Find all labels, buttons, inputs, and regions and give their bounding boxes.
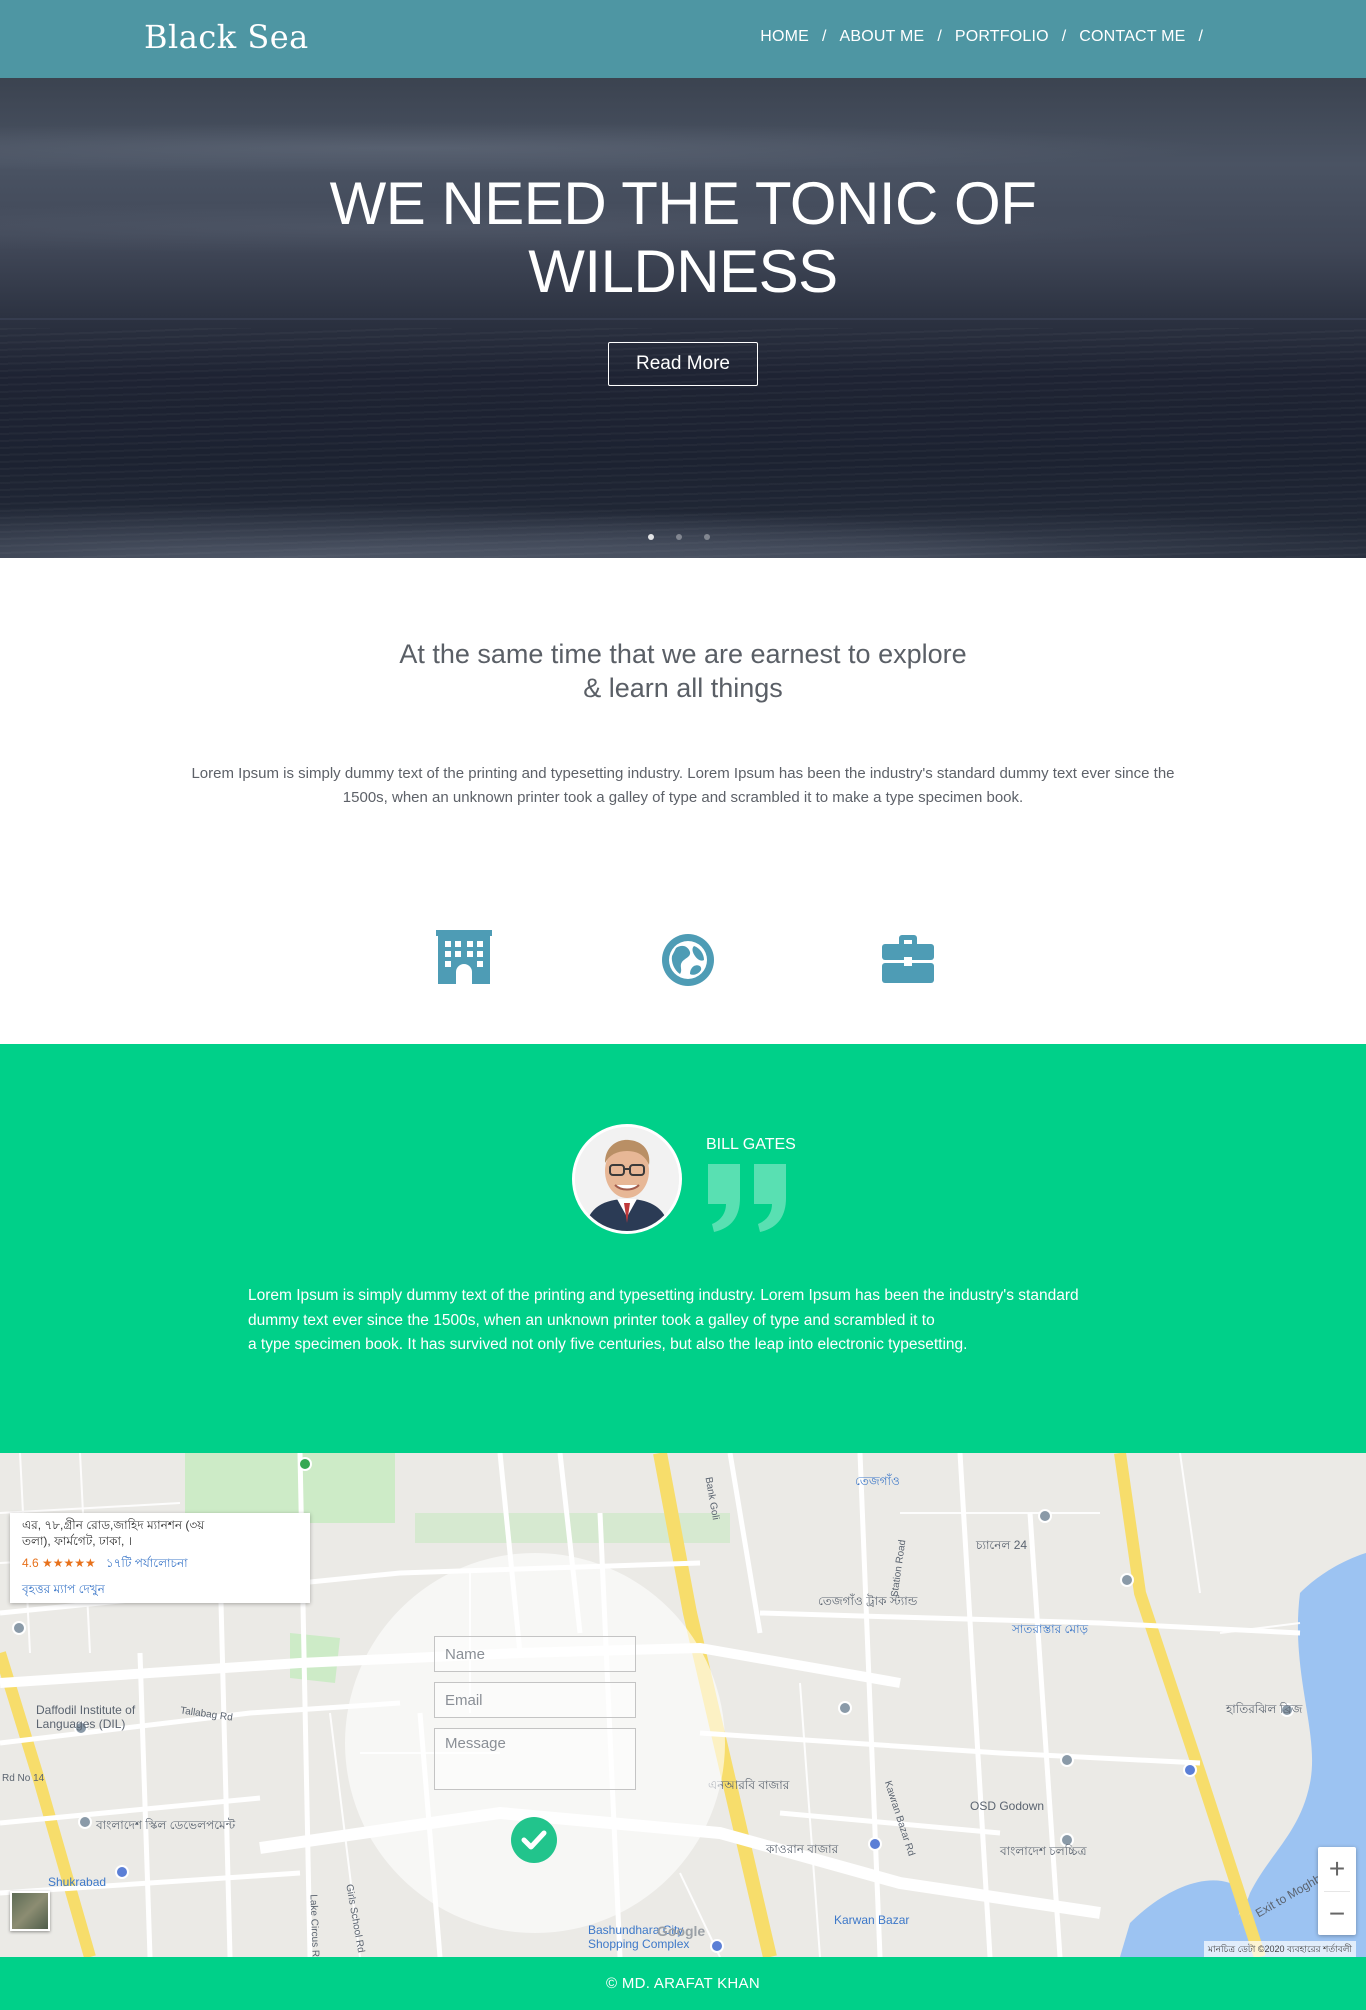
map-info-card: এর, ৭৮,গ্রীন রোড,জাহিদ ম্যানশন (৩য় তলা)… [10,1513,310,1603]
copyright-text: © MD. ARAFAT KHAN [606,1975,760,1992]
map-pin-icon[interactable] [12,1621,26,1635]
map-label-shukrabad: Shukrabad [48,1875,107,1889]
slider-dot-2[interactable] [676,534,682,540]
slider-dot-1[interactable] [648,534,654,540]
message-textarea[interactable] [434,1728,636,1790]
map-pin-icon[interactable] [298,1457,312,1471]
info-rating: 4.6 ★★★★★ ১৭টি পর্যালোচনা [22,1555,298,1575]
map-label-channel24: চ্যানেল 24 [976,1538,1028,1552]
map-pin-icon[interactable] [1183,1763,1197,1777]
map-label-osd: OSD Godown [970,1799,1045,1813]
read-more-button[interactable]: Read More [608,342,758,386]
map-label-hatirjheel: হাতিরঝিল ব্রিজ [1226,1702,1303,1716]
testimonial-line2: dummy text ever since the 1500s, when an… [248,1311,935,1329]
about-title-line1: At the same time that we are earnest to … [399,639,967,669]
map-pin-icon[interactable] [868,1837,882,1851]
map-pin-icon[interactable] [1038,1509,1052,1523]
name-input[interactable] [434,1636,636,1672]
testimonial-text: Lorem Ipsum is simply dummy text of the … [248,1284,1128,1358]
nav-home[interactable]: HOME [760,28,809,46]
daffodil-line1: Daffodil Institute of [36,1703,136,1717]
nav-contact[interactable]: CONTACT ME [1079,28,1185,46]
info-address-line1: এর, ৭৮,গ্রীন রোড,জাহিদ ম্যানশন (৩য় [22,1518,205,1532]
site-footer: © MD. ARAFAT KHAN [0,1957,1366,2010]
submit-button[interactable] [511,1817,557,1863]
nav-portfolio[interactable]: PORTFOLIO [955,28,1049,46]
briefcase-icon [882,935,934,983]
slider-dot-3[interactable] [704,534,710,540]
info-address-line2: তলা), ফার্মগেট, ঢাকা, । [22,1534,132,1548]
map-label-skill: বাংলাদেশ স্কিল ডেভেলপমেন্ট [96,1818,236,1832]
check-icon [521,1830,547,1850]
person-portrait [575,1127,679,1231]
nav-separator: / [1198,28,1203,45]
hero-cloud [0,118,1366,178]
map-label-daffodil: Daffodil Institute of Languages (DIL) [36,1703,135,1731]
map-pin-icon[interactable] [115,1865,129,1879]
map-label-karwan: Karwan Bazar [834,1913,910,1927]
map-label-tejgaon: তেজগাঁও [855,1474,900,1488]
about-body-line2: 1500s, when an unknown printer took a ga… [342,789,1024,806]
slider-dots [648,534,710,540]
map-pin-icon[interactable] [78,1815,92,1829]
zoom-controls: + − [1318,1847,1356,1935]
hero-horizon [0,318,1366,320]
google-map[interactable]: এর, ৭৮,গ্রীন রোড,জাহিদ ম্যানশন (৩য় তলা)… [0,1453,1366,1957]
map-label-bd-film: বাংলাদেশ চলচ্চিত্র [1000,1844,1087,1858]
building-icon [436,930,492,984]
about-body: Lorem Ipsum is simply dummy text of the … [140,762,1226,810]
larger-map-link[interactable]: বৃহত্তর ম্যাপ দেখুন [22,1581,298,1601]
nav-about[interactable]: ABOUT ME [840,28,925,46]
hero-foam [0,488,1366,558]
testimonial-name: BILL GATES [706,1136,796,1153]
map-label-rd14: Rd No 14 [2,1773,45,1784]
map-terms-link[interactable]: ব্যবহারের শর্তাবলী [1287,1944,1352,1954]
satellite-toggle[interactable] [10,1891,50,1931]
about-body-line1: Lorem Ipsum is simply dummy text of the … [191,765,1175,782]
map-pin-icon[interactable] [838,1701,852,1715]
map-data-text: মানচিত্র ডেটা ©2020 [1208,1944,1285,1954]
map-label-truck: তেজগাঁও ট্রাক স্ট্যান্ড [818,1594,918,1608]
testimonial-section: BILL GATES Lorem Ipsum is simply dummy t… [0,1044,1366,1453]
hero-title: WE NEED THE TONIC OF WILDNESS [329,170,1037,305]
avatar [572,1124,682,1234]
map-pin-icon[interactable] [1060,1753,1074,1767]
map-attribution: মানচিত্র ডেটা ©2020 ব্যবহারের শর্তাবলী [1204,1941,1356,1957]
nav-separator: / [822,28,827,45]
testimonial-line3: a type specimen book. It has survived no… [248,1336,968,1353]
hero-slider: WE NEED THE TONIC OF WILDNESS Read More [0,78,1366,558]
nav-separator: / [1061,28,1067,45]
globe-icon [662,934,714,986]
map-pin-icon[interactable] [710,1939,724,1953]
map-label-satrasta: সাতরাস্তার মোড় [1012,1622,1089,1636]
map-pin-icon[interactable] [1120,1573,1134,1587]
main-nav: HOME / ABOUT ME / PORTFOLIO / CONTACT ME… [760,28,1216,46]
bashundhara-line2: Shopping Complex [588,1937,690,1951]
rating-value: 4.6 ★★★★★ [22,1556,96,1570]
brand-logo[interactable]: Black Sea [144,18,309,56]
nav-separator: / [937,28,942,45]
zoom-out-button[interactable]: − [1318,1892,1356,1936]
email-input[interactable] [434,1682,636,1718]
zoom-in-button[interactable]: + [1318,1847,1356,1891]
quote-icon [708,1164,786,1232]
about-title-line2: & learn all things [583,673,783,703]
about-title: At the same time that we are earnest to … [283,637,1083,705]
testimonial-line1: Lorem Ipsum is simply dummy text of the … [248,1287,1079,1304]
reviews-link[interactable]: ১৭টি পর্যালোচনা [106,1556,188,1570]
daffodil-line2: Languages (DIL) [36,1717,126,1731]
map-label-karwan-bn: কাওরান বাজার [766,1842,839,1856]
site-header: Black Sea HOME / ABOUT ME / PORTFOLIO / … [0,0,1366,78]
google-logo: Google [657,1923,706,1939]
